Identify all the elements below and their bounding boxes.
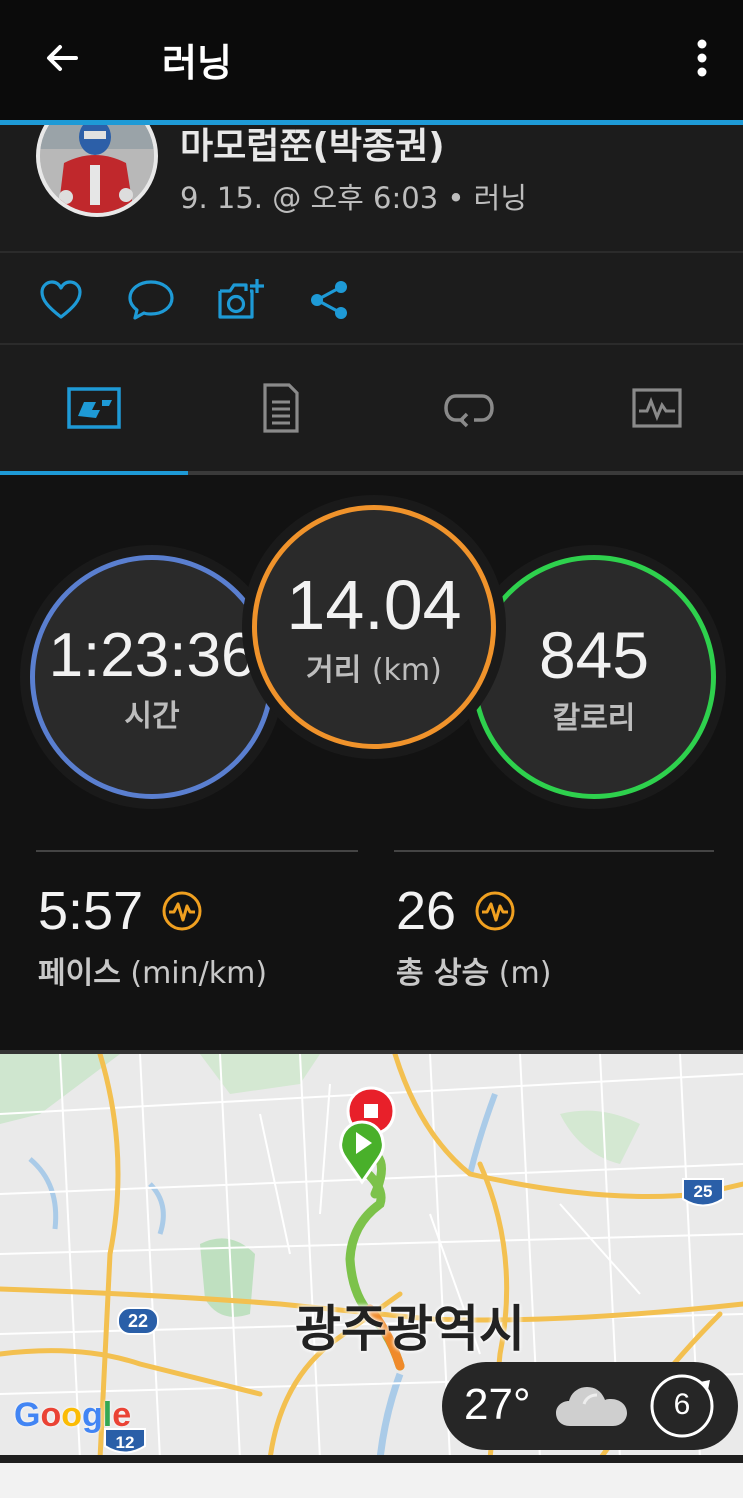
- share-icon: [311, 281, 347, 319]
- divider-right: [394, 850, 714, 852]
- time-label: 시간: [124, 698, 180, 734]
- time-value: 1:23:36: [48, 620, 256, 690]
- like-button[interactable]: [36, 275, 86, 325]
- back-button[interactable]: [38, 34, 86, 82]
- app-bar: 러닝: [0, 0, 743, 120]
- details-icon: [263, 383, 299, 433]
- arrow-left-icon: [47, 45, 78, 71]
- more-options-button[interactable]: [684, 34, 720, 82]
- elevation-label-row: 총 상승 (m): [396, 948, 551, 992]
- temperature: 27°: [464, 1380, 531, 1429]
- pace-label: 페이스: [38, 956, 121, 991]
- heart-icon: [40, 280, 82, 319]
- cloud-icon: [556, 1387, 627, 1426]
- calories-ring: 845 칼로리: [472, 555, 716, 799]
- activity-header: 마모럽쭌(박종권) 9. 15. @ 오후 6:03 • 러닝: [0, 125, 743, 253]
- route-map[interactable]: 25 22 12 광주광역시 Google 27° 6: [0, 1050, 743, 1455]
- distance-unit: (km): [371, 653, 442, 688]
- comment-icon: [128, 280, 174, 320]
- page-title: 러닝: [162, 41, 232, 85]
- avatar[interactable]: [36, 125, 158, 217]
- distance-value: 14.04: [286, 566, 462, 644]
- distance-ring: 14.04 거리 (km): [252, 505, 496, 749]
- distance-label: 거리 (km): [306, 645, 442, 689]
- tab-details[interactable]: [246, 373, 316, 443]
- elevation-value: 26: [396, 881, 457, 941]
- charts-icon: [632, 388, 682, 428]
- elevation-label: 총 상승: [396, 956, 490, 991]
- road-badge-22: 22: [117, 1307, 159, 1335]
- divider-left: [36, 850, 358, 852]
- wind-speed: 6: [673, 1388, 691, 1421]
- pace-unit: (min/km): [130, 956, 268, 991]
- google-logo: Google: [14, 1396, 132, 1434]
- elevation-unit: (m): [498, 956, 552, 991]
- weather-badge[interactable]: 27° 6: [442, 1362, 738, 1450]
- road-badge-25: 25: [682, 1178, 724, 1207]
- pace-label-row: 페이스 (min/km): [38, 948, 267, 992]
- action-bar: [0, 253, 743, 345]
- stats-panel: 1:23:36 시간 845 칼로리 14.04 거리 (km) 5:57 페이…: [0, 475, 743, 1050]
- add-photo-icon: [218, 279, 264, 319]
- time-ring: 1:23:36 시간: [30, 555, 274, 799]
- pace-stat: 5:57 페이스 (min/km): [38, 880, 267, 992]
- avatar-photo: [40, 125, 154, 213]
- svg-text:22: 22: [128, 1311, 148, 1331]
- svg-text:25: 25: [694, 1182, 713, 1201]
- tab-overview[interactable]: [59, 373, 129, 443]
- user-name[interactable]: 마모럽쭌(박종권): [180, 125, 445, 169]
- calories-value: 845: [538, 618, 650, 692]
- share-button[interactable]: [304, 275, 354, 325]
- add-photo-button[interactable]: [216, 275, 266, 325]
- wind-indicator: 6: [648, 1372, 716, 1440]
- city-label: 광주광역시: [295, 1300, 525, 1358]
- tab-charts[interactable]: [622, 373, 692, 443]
- elevation-stat: 26 총 상승 (m): [396, 880, 551, 992]
- pulse-icon: [162, 891, 202, 931]
- activity-meta: 9. 15. @ 오후 6:03 • 러닝: [180, 181, 528, 215]
- distance-label-text: 거리: [306, 653, 362, 688]
- bottom-area: [0, 1455, 743, 1498]
- pace-value: 5:57: [38, 881, 144, 941]
- calories-label: 칼로리: [552, 701, 636, 736]
- pulse-icon: [475, 891, 515, 931]
- tab-laps[interactable]: [434, 373, 504, 443]
- more-vertical-icon: [697, 39, 707, 77]
- laps-icon: [444, 394, 494, 428]
- svg-text:12: 12: [116, 1433, 135, 1452]
- overview-icon: [67, 387, 121, 429]
- comment-button[interactable]: [126, 275, 176, 325]
- activity-tabs: [0, 345, 743, 475]
